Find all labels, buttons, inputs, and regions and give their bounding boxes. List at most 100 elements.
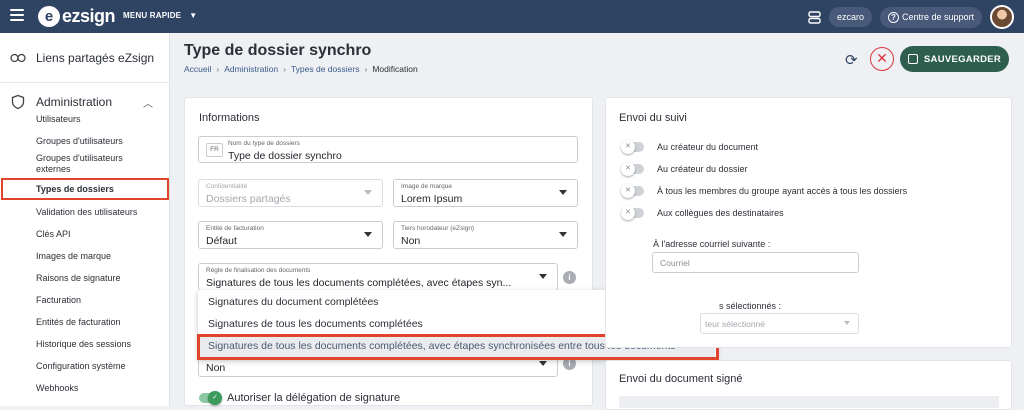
document-signe-title: Envoi du document signé bbox=[619, 373, 743, 385]
dropdown-option[interactable]: Signatures du document complétées bbox=[208, 296, 378, 308]
entite-select[interactable]: Entité de facturation Défaut bbox=[198, 221, 383, 249]
user-pill[interactable]: ezcaro bbox=[828, 7, 872, 27]
sidebar-item-label: Administration bbox=[36, 95, 113, 109]
dropdown-option[interactable]: Signatures de tous les documents complét… bbox=[208, 318, 423, 330]
chevron-down-icon bbox=[364, 232, 372, 237]
suivi-toggle[interactable]: ✕ bbox=[621, 162, 644, 176]
top-right-area: ezcaro ? Centre de support bbox=[808, 5, 1014, 29]
link-icon bbox=[10, 53, 26, 62]
chevron-down-icon bbox=[539, 274, 547, 279]
sidebar-item-cles-api[interactable]: Clés API bbox=[36, 229, 71, 240]
save-icon bbox=[907, 54, 918, 64]
quick-menu-button[interactable]: MENU RAPIDE ▼ bbox=[123, 11, 197, 20]
x-icon: ✕ bbox=[621, 184, 635, 198]
selectionne-select: teur sélectionné bbox=[700, 313, 859, 334]
logo-text: ezsign bbox=[62, 6, 116, 26]
selectionnes-label: s sélectionnés : bbox=[719, 301, 782, 311]
nom-field[interactable]: FR Nom du type de dossiers Type de dossi… bbox=[198, 136, 578, 163]
entite-label: Entité de facturation bbox=[206, 225, 264, 232]
info-icon[interactable]: i bbox=[563, 271, 576, 284]
selectionne-value: teur sélectionné bbox=[705, 319, 766, 329]
chevron-up-icon[interactable]: ︿ bbox=[143, 95, 153, 110]
entite-value: Défaut bbox=[206, 235, 237, 247]
suivi-card bbox=[605, 97, 1012, 348]
breadcrumb-separator: › bbox=[364, 64, 368, 74]
suivi-toggle-row[interactable]: ✕ À tous les membres du groupe ayant acc… bbox=[621, 184, 908, 198]
suivi-toggle[interactable]: ✕ bbox=[621, 184, 644, 198]
sidebar-item-images-marque[interactable]: Images de marque bbox=[36, 251, 111, 262]
active-item-highlight bbox=[1, 178, 169, 200]
sidebar-item-administration[interactable]: Administration ︿ bbox=[0, 83, 169, 121]
courriel-input[interactable]: Courriel bbox=[652, 252, 859, 273]
sidebar-item-entites[interactable]: Entités de facturation bbox=[36, 317, 121, 328]
sidebar-item-groupes-externes[interactable]: Groupes d'utilisateurs externes bbox=[36, 153, 156, 175]
breadcrumb: Accueil › Administration › Types de dossie… bbox=[184, 64, 418, 74]
language-badge: FR bbox=[206, 143, 223, 157]
ezsign-logo[interactable]: e ezsign bbox=[38, 6, 116, 27]
suivi-toggle-row[interactable]: ✕ Aux collègues des destinataires bbox=[621, 206, 784, 220]
sidebar-item-historique[interactable]: Historique des sessions bbox=[36, 339, 131, 350]
breadcrumb-accueil[interactable]: Accueil bbox=[184, 64, 211, 74]
nom-label: Nom du type de dossiers bbox=[228, 140, 300, 147]
sidebar-item-utilisateurs[interactable]: Utilisateurs bbox=[36, 114, 81, 125]
cancel-button[interactable]: ✕ bbox=[870, 47, 894, 71]
top-bar: e ezsign MENU RAPIDE ▼ ezcaro ? Centre de… bbox=[0, 0, 1024, 33]
x-icon: ✕ bbox=[621, 162, 635, 176]
breadcrumb-types-dossiers[interactable]: Types de dossiers bbox=[291, 64, 360, 74]
suivi-toggle-label: À tous les membres du groupe ayant accès… bbox=[657, 186, 908, 196]
support-label: Centre de support bbox=[901, 12, 974, 22]
image-marque-value: Lorem Ipsum bbox=[401, 193, 463, 205]
breadcrumb-separator: › bbox=[216, 64, 220, 74]
suivi-toggle-row[interactable]: ✕ Au créateur du dossier bbox=[621, 162, 748, 176]
image-marque-select[interactable]: Image de marque Lorem Ipsum bbox=[393, 179, 578, 207]
suivi-toggle-label: Au créateur du dossier bbox=[657, 164, 748, 174]
breadcrumb-administration[interactable]: Administration bbox=[224, 64, 278, 74]
quick-menu-label: MENU RAPIDE bbox=[123, 11, 182, 20]
hamburger-menu-icon[interactable] bbox=[10, 9, 24, 21]
confidentialite-label: Confidentialité bbox=[206, 183, 248, 190]
page-title: Type de dossier synchro bbox=[184, 42, 372, 59]
sidebar: Liens partagés eZsign Administration ︿ bbox=[0, 33, 170, 406]
sidebar-item-label: Liens partagés eZsign bbox=[36, 50, 155, 65]
delegation-toggle[interactable]: ✓ bbox=[199, 391, 222, 405]
tiers-label: Tiers horodateur (eZsign) bbox=[401, 225, 475, 232]
check-icon: ✓ bbox=[208, 391, 222, 405]
logo-mark: e bbox=[38, 6, 60, 27]
suivi-toggle-label: Aux collègues des destinataires bbox=[657, 208, 784, 218]
x-icon: ✕ bbox=[621, 140, 635, 154]
suivi-toggle-row[interactable]: ✕ Au créateur du document bbox=[621, 140, 758, 154]
chevron-down-icon bbox=[539, 361, 547, 366]
regle-label: Règle de finalisation des documents bbox=[206, 267, 311, 274]
regle-value: Signatures de tous les documents complét… bbox=[206, 277, 512, 289]
suivi-toggle[interactable]: ✕ bbox=[621, 206, 644, 220]
breadcrumb-separator: › bbox=[283, 64, 286, 74]
caret-down-icon: ▼ bbox=[189, 11, 198, 20]
tiers-select[interactable]: Tiers horodateur (eZsign) Non bbox=[393, 221, 578, 249]
help-icon: ? bbox=[887, 11, 899, 23]
sidebar-item-liens[interactable]: Liens partagés eZsign bbox=[0, 33, 169, 83]
sidebar-item-groupes[interactable]: Groupes d'utilisateurs bbox=[36, 136, 123, 147]
chevron-down-icon bbox=[364, 190, 372, 195]
nom-value: Type de dossier synchro bbox=[228, 150, 342, 162]
regle-select[interactable]: Règle de finalisation des documents Sign… bbox=[198, 263, 558, 291]
next-value: Non bbox=[206, 362, 226, 374]
sidebar-item-facturation[interactable]: Facturation bbox=[36, 295, 81, 306]
sidebar-item-webhooks[interactable]: Webhooks bbox=[36, 383, 78, 394]
save-button[interactable]: SAUVEGARDER bbox=[900, 46, 1009, 72]
sidebar-item-configuration[interactable]: Configuration système bbox=[36, 361, 126, 372]
sidebar-item-raisons[interactable]: Raisons de signature bbox=[36, 273, 121, 284]
server-icon[interactable] bbox=[808, 10, 821, 24]
avatar[interactable] bbox=[990, 5, 1014, 29]
sidebar-item-validation[interactable]: Validation des utilisateurs bbox=[36, 207, 137, 218]
confidentialite-select: Confidentialité Dossiers partagés bbox=[198, 179, 383, 207]
x-icon: ✕ bbox=[621, 206, 635, 220]
breadcrumb-current: Modification bbox=[372, 64, 418, 74]
suivi-toggle[interactable]: ✕ bbox=[621, 140, 644, 154]
refresh-icon[interactable]: ⟳ bbox=[845, 51, 858, 69]
delegation-toggle-row[interactable]: ✓ Autoriser la délégation de signature bbox=[199, 391, 401, 405]
chevron-down-icon bbox=[844, 321, 850, 325]
courriel-placeholder: Courriel bbox=[660, 258, 690, 268]
delegation-label: Autoriser la délégation de signature bbox=[227, 392, 401, 404]
support-button[interactable]: ? Centre de support bbox=[879, 6, 982, 28]
chevron-down-icon bbox=[559, 190, 567, 195]
